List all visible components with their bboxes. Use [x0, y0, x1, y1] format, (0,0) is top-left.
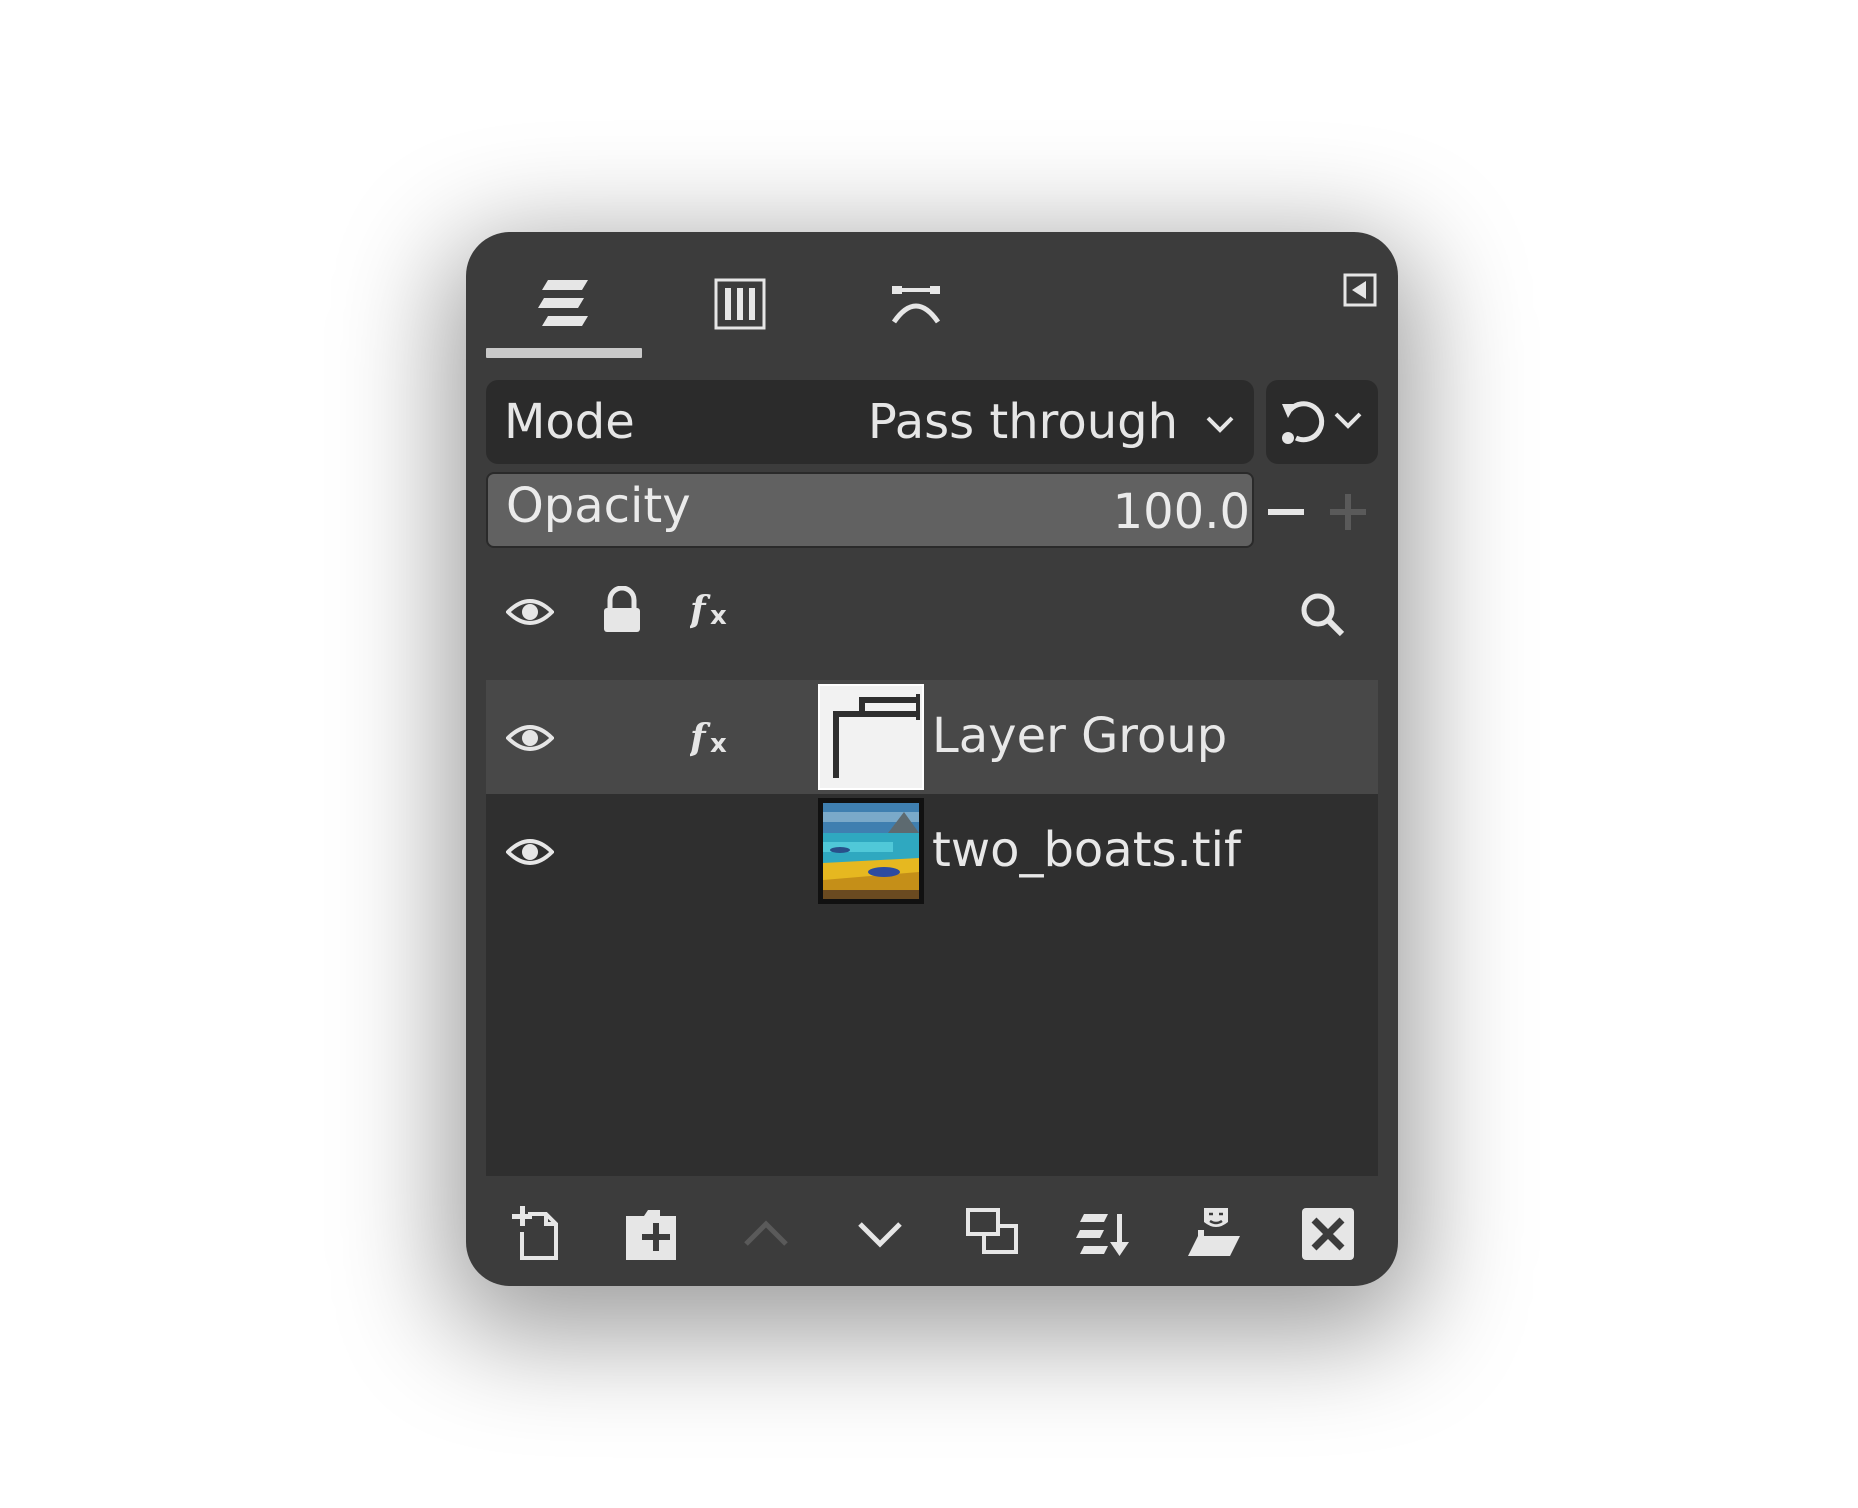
dock-menu-button[interactable] [1342, 272, 1378, 308]
raise-layer-icon [744, 1220, 788, 1246]
image-thumbnail [818, 798, 924, 904]
composite-mode-button[interactable] [1266, 380, 1378, 464]
layer-row-layer-group[interactable]: f x Layer Group [486, 680, 1378, 794]
layers-icon [538, 280, 588, 326]
visibility-icon[interactable] [506, 718, 554, 758]
channels-icon [714, 278, 766, 330]
opacity-decrease-button[interactable] [1262, 488, 1310, 536]
active-tab-indicator [486, 348, 642, 358]
new-layer-button[interactable] [506, 1202, 570, 1266]
minus-icon [1268, 509, 1304, 515]
anchor-layer-icon [1188, 1208, 1240, 1256]
paths-icon [891, 286, 941, 324]
layer-name[interactable]: two_boats.tif [932, 822, 1241, 878]
fx-icon[interactable]: f x [690, 716, 738, 760]
new-layer-group-button[interactable] [620, 1202, 684, 1266]
chevron-down-icon [1206, 416, 1234, 433]
lock-icon[interactable] [600, 586, 644, 634]
mode-value: Pass through [867, 394, 1178, 450]
plus-icon [1330, 494, 1366, 530]
layer-group-thumbnail [818, 684, 924, 790]
opacity-increase-button[interactable] [1324, 488, 1372, 536]
layer-list[interactable]: f x Layer Group two_boats.tif [486, 680, 1378, 1176]
mode-dropdown[interactable]: Mode Pass through [486, 380, 1254, 464]
tab-layers[interactable] [486, 254, 642, 354]
svg-text:f: f [690, 717, 711, 759]
fx-icon[interactable]: f x [690, 588, 738, 632]
tab-paths[interactable] [838, 254, 994, 354]
merge-down-button[interactable] [1072, 1202, 1136, 1266]
opacity-label: Opacity [506, 478, 691, 534]
opacity-slider[interactable]: Opacity 100.0 [486, 472, 1254, 548]
layer-name[interactable]: Layer Group [932, 708, 1227, 764]
visibility-icon[interactable] [506, 832, 554, 872]
layer-row-two-boats[interactable]: two_boats.tif [486, 794, 1378, 908]
layers-dock-panel: Mode Pass through Opacity 100.0 f x f x … [466, 232, 1398, 1286]
duplicate-layer-icon [966, 1208, 1018, 1254]
merge-down-icon [1076, 1214, 1129, 1256]
tab-menu-icon [1343, 273, 1377, 307]
opacity-value: 100.0 [1112, 484, 1250, 540]
delete-layer-button[interactable] [1296, 1202, 1360, 1266]
anchor-layer-button[interactable] [1184, 1202, 1248, 1266]
delete-layer-icon [1302, 1208, 1354, 1260]
duplicate-layer-button[interactable] [960, 1202, 1024, 1266]
raise-layer-button[interactable] [734, 1202, 798, 1266]
mode-label: Mode [504, 394, 635, 450]
svg-text:x: x [710, 729, 727, 759]
svg-text:x: x [710, 601, 727, 631]
reset-mode-icon [1282, 401, 1362, 444]
lower-layer-icon [858, 1222, 902, 1248]
new-layer-icon [512, 1206, 558, 1260]
lower-layer-button[interactable] [848, 1202, 912, 1266]
search-icon[interactable] [1298, 590, 1346, 638]
visibility-icon[interactable] [506, 592, 554, 632]
tab-channels[interactable] [662, 254, 818, 354]
new-layer-group-icon [626, 1210, 676, 1260]
svg-text:f: f [690, 589, 711, 631]
